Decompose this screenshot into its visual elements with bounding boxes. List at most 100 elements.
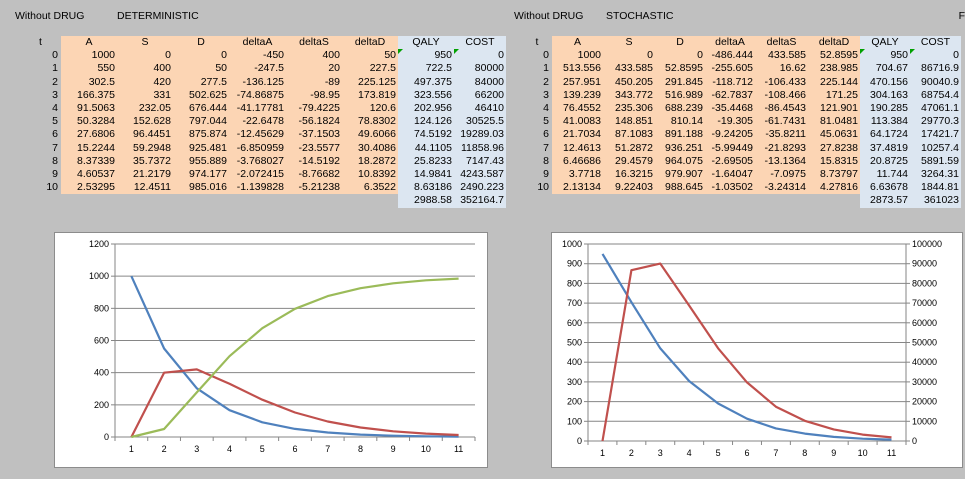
table-cell[interactable]: -106.433	[755, 75, 808, 89]
table-cell[interactable]: 29.4579	[603, 154, 655, 169]
table-cell[interactable]: 17421.7	[910, 128, 961, 142]
table-cell[interactable]: 68754.4	[910, 88, 961, 103]
table-cell[interactable]: 49.6066	[342, 128, 398, 142]
table-cell[interactable]: 18.2872	[342, 154, 398, 169]
table-cell[interactable]: 6	[20, 128, 61, 141]
table-cell[interactable]: 433.585	[603, 62, 655, 76]
table-cell[interactable]: -6.850959	[229, 141, 286, 155]
table-cell[interactable]: 4.60537	[61, 168, 117, 182]
table-cell[interactable]: 0	[522, 49, 552, 62]
table-cell[interactable]: 343.772	[603, 88, 655, 103]
table-cell[interactable]: 6.63678	[860, 181, 910, 195]
table-cell[interactable]: 0	[173, 49, 229, 63]
table-cell[interactable]: 12.4511	[117, 181, 173, 195]
table-cell[interactable]: -5.99449	[705, 141, 755, 155]
table-cell[interactable]: 20.8725	[860, 154, 910, 169]
table-cell[interactable]: 173.819	[342, 88, 398, 103]
table-cell[interactable]: 7	[522, 142, 552, 155]
table-cell[interactable]: 9	[20, 168, 61, 181]
table-cell[interactable]: -118.712	[705, 75, 755, 89]
table-cell[interactable]: 2	[522, 76, 552, 89]
table-cell[interactable]: 50.3284	[61, 115, 117, 129]
table-cell[interactable]: -86.4543	[755, 102, 808, 116]
table-cell[interactable]: 45.0631	[808, 128, 860, 142]
table-cell[interactable]: 81.0481	[808, 115, 860, 129]
table-cell[interactable]: 875.874	[173, 128, 229, 142]
table-cell[interactable]: 148.851	[603, 115, 655, 129]
table-cell[interactable]: 47061.1	[910, 102, 961, 116]
table-cell[interactable]: -8.76682	[286, 168, 342, 182]
table-cell[interactable]: 7147.43	[454, 154, 506, 169]
table-cell[interactable]: 1	[522, 62, 552, 75]
table-cell[interactable]: 6	[522, 128, 552, 141]
column-header[interactable]: S	[603, 36, 655, 50]
table-cell[interactable]: 891.188	[655, 128, 705, 142]
table-cell[interactable]: 139.239	[552, 88, 603, 103]
column-header[interactable]: deltaS	[286, 36, 342, 50]
table-cell[interactable]: 950	[398, 49, 454, 63]
table-cell[interactable]: -5.21238	[286, 181, 342, 195]
table-cell[interactable]: -23.5577	[286, 141, 342, 155]
table-cell[interactable]: 964.075	[655, 154, 705, 169]
table-cell[interactable]: 704.67	[860, 62, 910, 76]
table-cell[interactable]: 11.744	[860, 168, 910, 182]
deterministic-chart[interactable]: 0 200 400 600 800 1000 1200 1 2 3 4 5 6 7 8 9 10 11	[54, 232, 488, 468]
table-cell[interactable]: -98.95	[286, 88, 342, 103]
table-cell[interactable]: 291.845	[655, 75, 705, 89]
table-cell[interactable]: 113.384	[860, 115, 910, 129]
table-cell[interactable]: 955.889	[173, 154, 229, 169]
table-cell[interactable]: 29770.3	[910, 115, 961, 129]
table-cell[interactable]: 238.985	[808, 62, 860, 76]
table-cell[interactable]: 120.6	[342, 102, 398, 116]
table-cell[interactable]: -74.86875	[229, 88, 286, 103]
table-cell[interactable]: 190.285	[860, 102, 910, 116]
table-cell[interactable]: 15.2244	[61, 141, 117, 155]
table-cell[interactable]: -1.64047	[705, 168, 755, 182]
table-cell[interactable]: 16.62	[755, 62, 808, 76]
table-cell[interactable]: 10257.4	[910, 141, 961, 155]
table-cell[interactable]: -247.5	[229, 62, 286, 76]
table-cell[interactable]: 27.8238	[808, 141, 860, 155]
table-cell[interactable]: 470.156	[860, 75, 910, 89]
table-cell[interactable]: 20	[286, 62, 342, 76]
table-cell[interactable]: 550	[61, 62, 117, 76]
table-cell[interactable]: 91.5063	[61, 102, 117, 116]
table-cell[interactable]: 8.63186	[398, 181, 454, 195]
table-cell[interactable]: 235.306	[603, 102, 655, 116]
table-cell[interactable]: -62.7837	[705, 88, 755, 103]
table-cell[interactable]: 4.27816	[808, 181, 860, 195]
table-cell[interactable]: 50	[342, 49, 398, 63]
table-cell[interactable]: 37.4819	[860, 141, 910, 155]
table-cell[interactable]: 8	[522, 155, 552, 168]
table-cell[interactable]: 1844.81	[910, 181, 961, 195]
table-cell[interactable]: 66200	[454, 88, 506, 103]
table-cell[interactable]: -13.1364	[755, 154, 808, 169]
table-cell[interactable]: -9.24205	[705, 128, 755, 142]
table-cell[interactable]: 52.8595	[655, 62, 705, 76]
column-header[interactable]: deltaA	[705, 36, 755, 50]
table-cell[interactable]: 797.044	[173, 115, 229, 129]
table-cell[interactable]: 84000	[454, 75, 506, 89]
table-cell[interactable]: 6.46686	[552, 154, 603, 169]
table-cell[interactable]: 27.6806	[61, 128, 117, 142]
total-cell[interactable]: 361023	[910, 194, 961, 208]
column-header[interactable]: deltaD	[342, 36, 398, 50]
table-cell[interactable]: 11858.96	[454, 141, 506, 155]
table-cell[interactable]: 78.8302	[342, 115, 398, 129]
table-cell[interactable]: 12.4613	[552, 141, 603, 155]
table-cell[interactable]: 0	[910, 49, 961, 63]
table-cell[interactable]: 202.956	[398, 102, 454, 116]
table-cell[interactable]: 676.444	[173, 102, 229, 116]
table-cell[interactable]: 420	[117, 75, 173, 89]
table-cell[interactable]: 2.13134	[552, 181, 603, 195]
column-header[interactable]: A	[552, 36, 603, 50]
table-cell[interactable]: -35.4468	[705, 102, 755, 116]
table-cell[interactable]: 331	[117, 88, 173, 103]
table-cell[interactable]: 14.9841	[398, 168, 454, 182]
table-cell[interactable]: 5	[20, 115, 61, 128]
table-cell[interactable]: 400	[117, 62, 173, 76]
table-cell[interactable]: 96.4451	[117, 128, 173, 142]
table-cell[interactable]: 3	[522, 89, 552, 102]
table-cell[interactable]: 5891.59	[910, 154, 961, 169]
table-cell[interactable]: -35.8211	[755, 128, 808, 142]
